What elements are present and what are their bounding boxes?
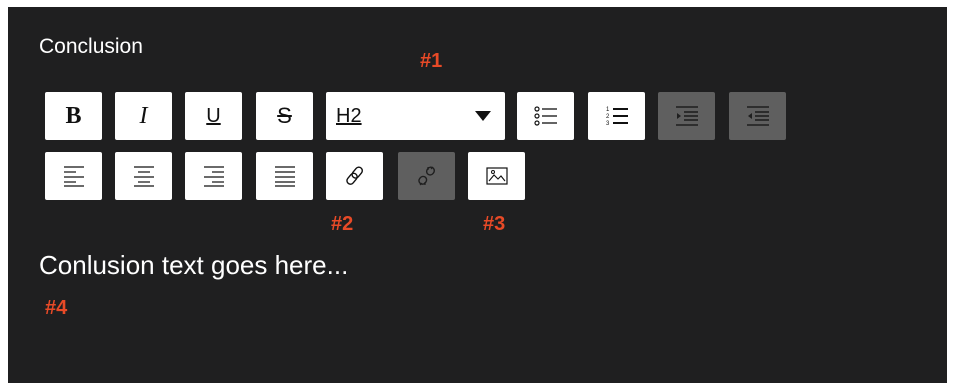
underline-icon: U: [206, 105, 221, 127]
bulleted-list-button[interactable]: [517, 92, 574, 140]
numbered-list-button[interactable]: 1 2 3: [588, 92, 645, 140]
bold-button[interactable]: B: [45, 92, 102, 140]
unlink-icon: [417, 166, 435, 186]
align-left-button[interactable]: [45, 152, 102, 200]
svg-text:2: 2: [606, 114, 610, 120]
annotation-4: #4: [45, 297, 68, 319]
insert-image-button[interactable]: [468, 152, 525, 200]
align-right-button[interactable]: [185, 152, 242, 200]
align-justify-icon: [274, 166, 295, 187]
outdent-button[interactable]: [729, 92, 786, 140]
italic-icon: I: [139, 103, 148, 129]
align-center-icon: [133, 166, 154, 187]
annotation-2: #2: [331, 213, 354, 235]
annotation-3: #3: [483, 213, 506, 235]
heading-select-value: H2: [336, 104, 362, 127]
chevron-down-icon: [475, 111, 491, 121]
remove-link-button[interactable]: [398, 152, 455, 200]
svg-text:1: 1: [606, 107, 610, 113]
image-icon: [485, 167, 508, 185]
indent-icon: [675, 106, 698, 126]
align-justify-button[interactable]: [256, 152, 313, 200]
indent-button[interactable]: [658, 92, 715, 140]
outdent-icon: [746, 106, 769, 126]
annotation-1: #1: [420, 50, 443, 72]
align-center-button[interactable]: [115, 152, 172, 200]
svg-text:3: 3: [606, 121, 610, 127]
strikethrough-icon: S: [277, 103, 292, 128]
underline-button[interactable]: U: [185, 92, 242, 140]
section-title: Conclusion: [39, 35, 143, 58]
heading-select[interactable]: H2: [326, 92, 505, 140]
align-left-icon: [63, 166, 84, 187]
strikethrough-button[interactable]: S: [256, 92, 313, 140]
insert-link-button[interactable]: [326, 152, 383, 200]
italic-button[interactable]: I: [115, 92, 172, 140]
align-right-icon: [203, 166, 224, 187]
link-icon: [345, 166, 363, 185]
numbered-list-icon: 1 2 3: [606, 107, 628, 127]
editor-content[interactable]: Conlusion text goes here...: [39, 250, 348, 281]
bulleted-list-icon: [533, 106, 557, 126]
bold-icon: B: [65, 103, 82, 129]
